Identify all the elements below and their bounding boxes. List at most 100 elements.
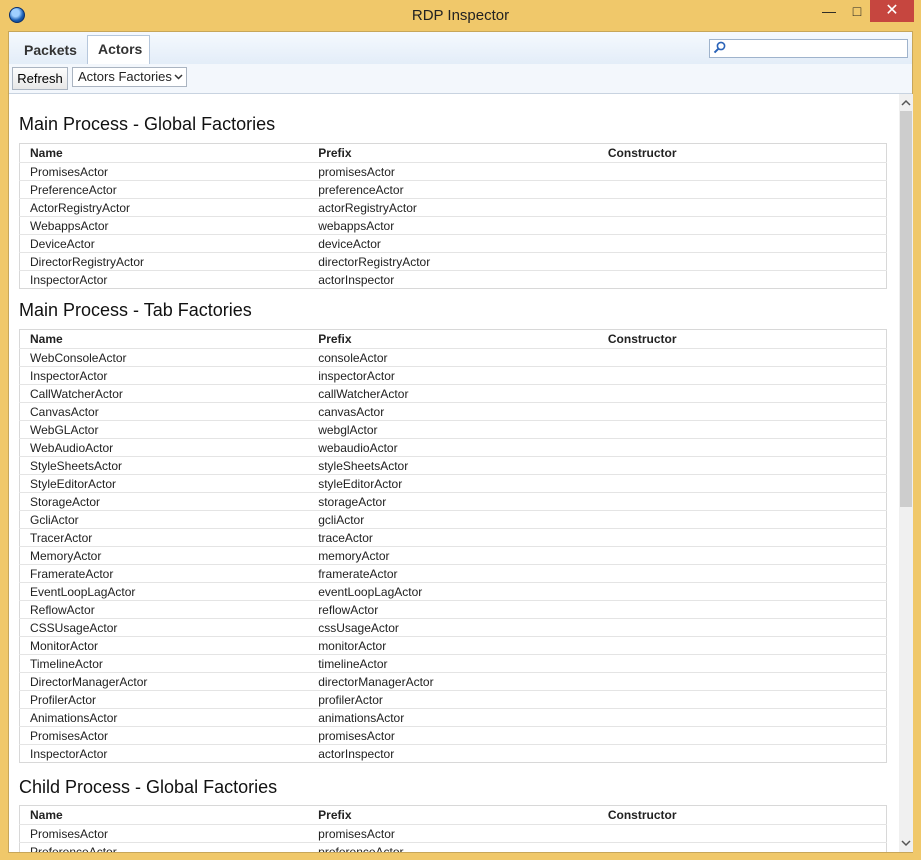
table-header: Name Prefix Constructor bbox=[20, 806, 887, 825]
table-row[interactable]: StorageActor storageActor bbox=[19, 492, 887, 511]
view-select-value: Actors Factories bbox=[78, 69, 172, 84]
table-row[interactable]: TimelineActor timelineActor bbox=[19, 654, 887, 673]
column-header-name: Name bbox=[30, 146, 63, 160]
cell-prefix: actorInspector bbox=[308, 744, 598, 763]
maximize-icon: □ bbox=[852, 3, 862, 19]
cell-name: StyleSheetsActor bbox=[19, 456, 309, 475]
table-row[interactable]: MemoryActor memoryActor bbox=[19, 546, 887, 565]
cell-prefix: monitorActor bbox=[308, 636, 598, 655]
view-select[interactable]: Actors Factories bbox=[72, 67, 187, 87]
cell-prefix: canvasActor bbox=[308, 402, 598, 421]
cell-prefix: promisesActor bbox=[308, 726, 598, 745]
table-row[interactable]: DirectorManagerActor directorManagerActor bbox=[19, 672, 887, 691]
table-row[interactable]: GcliActor gcliActor bbox=[19, 510, 887, 529]
section-title: Main Process - Tab Factories bbox=[19, 300, 252, 320]
table-row[interactable]: DirectorRegistryActor directorRegistryAct… bbox=[19, 252, 887, 271]
table-row[interactable]: CanvasActor canvasActor bbox=[19, 402, 887, 421]
window-title: RDP Inspector bbox=[411, 7, 510, 24]
table-row[interactable]: PromisesActor promisesActor bbox=[19, 726, 887, 745]
cell-name: PromisesActor bbox=[19, 726, 309, 745]
search-input[interactable] bbox=[709, 39, 908, 58]
cell-constructor bbox=[597, 348, 887, 367]
minimize-button[interactable]: — bbox=[818, 0, 840, 22]
table-row[interactable]: ActorRegistryActor actorRegistryActor bbox=[19, 198, 887, 217]
cell-prefix: memoryActor bbox=[308, 546, 598, 565]
client-area: Packets Actors Refresh Actors Factories … bbox=[8, 31, 913, 853]
cell-constructor bbox=[597, 456, 887, 475]
table-row[interactable]: WebappsActor webappsActor bbox=[19, 216, 887, 235]
tab-packets[interactable]: Packets bbox=[13, 36, 86, 63]
maximize-button[interactable]: □ bbox=[846, 0, 868, 22]
cell-name: InspectorActor bbox=[19, 744, 309, 763]
cell-name: FramerateActor bbox=[19, 564, 309, 583]
table-row[interactable]: CSSUsageActor cssUsageActor bbox=[19, 618, 887, 637]
actors-content: Main Process - Global Factories Name Pre… bbox=[9, 94, 897, 852]
scroll-down-icon[interactable] bbox=[899, 836, 913, 850]
table-row[interactable]: PreferenceActor preferenceActor bbox=[19, 842, 887, 852]
table-row[interactable]: PromisesActor promisesActor bbox=[19, 824, 887, 843]
cell-prefix: actorInspector bbox=[308, 270, 598, 289]
cell-constructor bbox=[597, 824, 887, 843]
cell-prefix: webaudioActor bbox=[308, 438, 598, 457]
cell-prefix: webglActor bbox=[308, 420, 598, 439]
search-icon bbox=[713, 41, 726, 54]
table-row[interactable]: TracerActor traceActor bbox=[19, 528, 887, 547]
cell-prefix: eventLoopLagActor bbox=[308, 582, 598, 601]
cell-constructor bbox=[597, 180, 887, 199]
cell-constructor bbox=[597, 690, 887, 709]
cell-constructor bbox=[597, 384, 887, 403]
table-row[interactable]: StyleEditorActor styleEditorActor bbox=[19, 474, 887, 493]
tab-bar: Packets Actors bbox=[9, 32, 912, 65]
refresh-button[interactable]: Refresh bbox=[12, 67, 68, 90]
tab-actors[interactable]: Actors bbox=[87, 35, 150, 64]
table-row[interactable]: WebAudioActor webaudioActor bbox=[19, 438, 887, 457]
table-row[interactable]: PreferenceActor preferenceActor bbox=[19, 180, 887, 199]
table-row[interactable]: EventLoopLagActor eventLoopLagActor bbox=[19, 582, 887, 601]
table-row[interactable]: ReflowActor reflowActor bbox=[19, 600, 887, 619]
cell-name: TracerActor bbox=[19, 528, 309, 547]
table-row[interactable]: ProfilerActor profilerActor bbox=[19, 690, 887, 709]
cell-name: InspectorActor bbox=[19, 270, 309, 289]
vertical-scrollbar[interactable] bbox=[899, 94, 913, 852]
cell-prefix: cssUsageActor bbox=[308, 618, 598, 637]
table-row[interactable]: PromisesActor promisesActor bbox=[19, 162, 887, 181]
column-header-prefix: Prefix bbox=[318, 332, 352, 346]
cell-constructor bbox=[597, 842, 887, 852]
close-button[interactable]: ✕ bbox=[870, 0, 914, 22]
table-row[interactable]: InspectorActor actorInspector bbox=[19, 744, 887, 763]
cell-constructor bbox=[597, 582, 887, 601]
cell-constructor bbox=[597, 564, 887, 583]
toolbar: Refresh Actors Factories bbox=[9, 64, 912, 94]
cell-name: PreferenceActor bbox=[19, 180, 309, 199]
table-row[interactable]: AnimationsActor animationsActor bbox=[19, 708, 887, 727]
table-row[interactable]: FramerateActor framerateActor bbox=[19, 564, 887, 583]
cell-prefix: inspectorActor bbox=[308, 366, 598, 385]
title-bar: RDP Inspector — □ ✕ bbox=[0, 0, 921, 31]
scroll-up-icon[interactable] bbox=[899, 96, 913, 110]
table-header: Name Prefix Constructor bbox=[20, 330, 887, 349]
cell-name: EventLoopLagActor bbox=[19, 582, 309, 601]
table-row[interactable]: MonitorActor monitorActor bbox=[19, 636, 887, 655]
cell-name: CSSUsageActor bbox=[19, 618, 309, 637]
table-row[interactable]: StyleSheetsActor styleSheetsActor bbox=[19, 456, 887, 475]
cell-prefix: framerateActor bbox=[308, 564, 598, 583]
table-row[interactable]: WebGLActor webglActor bbox=[19, 420, 887, 439]
table-row[interactable]: InspectorActor actorInspector bbox=[19, 270, 887, 289]
cell-name: DeviceActor bbox=[19, 234, 309, 253]
cell-prefix: timelineActor bbox=[308, 654, 598, 673]
scrollbar-thumb[interactable] bbox=[900, 111, 912, 507]
cell-name: MemoryActor bbox=[19, 546, 309, 565]
table-header: Name Prefix Constructor bbox=[20, 144, 887, 163]
cell-name: PromisesActor bbox=[19, 162, 309, 181]
table-row[interactable]: WebConsoleActor consoleActor bbox=[19, 348, 887, 367]
cell-name: InspectorActor bbox=[19, 366, 309, 385]
cell-prefix: directorRegistryActor bbox=[308, 252, 598, 271]
cell-name: CanvasActor bbox=[19, 402, 309, 421]
table-row[interactable]: DeviceActor deviceActor bbox=[19, 234, 887, 253]
table-row[interactable]: CallWatcherActor callWatcherActor bbox=[19, 384, 887, 403]
cell-constructor bbox=[597, 654, 887, 673]
table-row[interactable]: InspectorActor inspectorActor bbox=[19, 366, 887, 385]
cell-prefix: profilerActor bbox=[308, 690, 598, 709]
cell-name: PreferenceActor bbox=[19, 842, 309, 852]
cell-constructor bbox=[597, 618, 887, 637]
